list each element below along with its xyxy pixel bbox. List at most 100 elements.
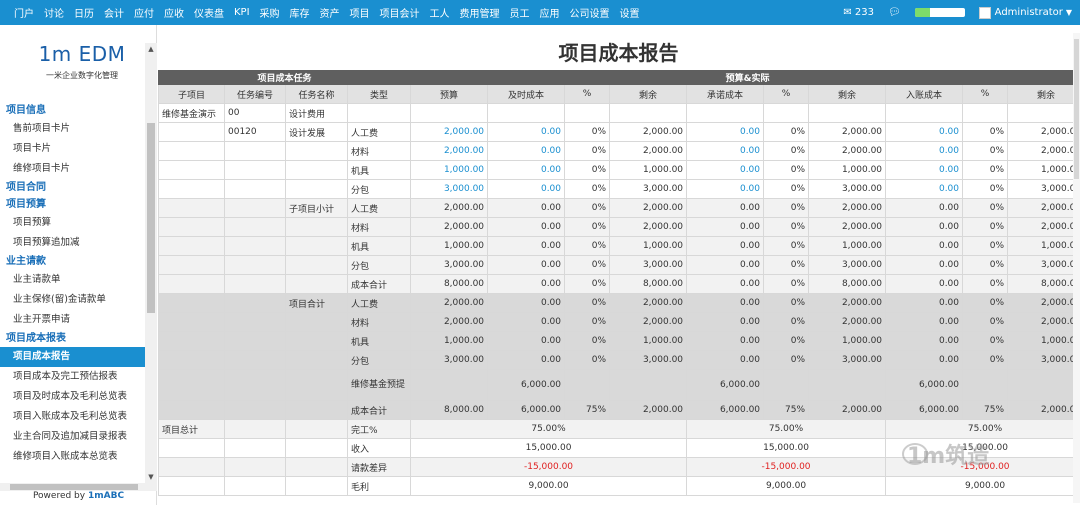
column-header[interactable]: 预算 <box>410 84 489 104</box>
table-cell: 9,000.00 <box>885 476 1080 496</box>
chat-icon[interactable]: 💬︎ <box>888 7 901 18</box>
column-header[interactable]: 剩余 <box>1007 84 1080 104</box>
sidebar-scroll-thumb[interactable] <box>147 123 155 313</box>
table-cell: 0.00 <box>487 122 566 142</box>
sidebar-section-title[interactable]: 项目合同 <box>0 179 145 196</box>
top-menu-item[interactable]: 应用 <box>540 5 560 20</box>
table-cell: 0% <box>564 293 611 313</box>
table-row: 分包 3,000.00 0.00 0% 3,000.00 0.00 0% 3,000.00 0.… <box>158 350 1080 370</box>
column-header[interactable]: 任务编号 <box>224 84 286 104</box>
sidebar-item[interactable]: 项目预算 <box>0 213 145 233</box>
column-header[interactable]: % <box>564 84 611 104</box>
sidebar-item[interactable]: 业主保修(留)金请款单 <box>0 290 145 310</box>
table-cell: 0% <box>564 255 611 275</box>
sidebar-item[interactable]: 维修项目入账成本总览表 <box>0 447 145 467</box>
column-header[interactable]: 任务名称 <box>285 84 348 104</box>
top-menu-item[interactable]: 仪表盘 <box>194 5 224 20</box>
table-cell: 0.00 <box>487 350 566 370</box>
table-cell: 0% <box>962 236 1009 256</box>
cost-report-table: 项目成本任务 预算&实际 子项目 任务编号 任务名称 类型 预算 及时成本% 剩余 承诺成本%… <box>157 70 1080 496</box>
table-cell: 0% <box>962 350 1009 370</box>
top-menu-item[interactable]: 工人 <box>430 5 450 20</box>
column-header[interactable]: % <box>962 84 1009 104</box>
table-cell: 项目合计 <box>285 293 348 313</box>
top-menu-item[interactable]: 库存 <box>290 5 310 20</box>
column-header[interactable]: 剩余 <box>609 84 688 104</box>
sidebar-item[interactable]: 业主请款单 <box>0 270 145 290</box>
column-header[interactable]: 及时成本 <box>487 84 566 104</box>
top-menu-item[interactable]: 应付 <box>134 5 154 20</box>
sidebar-section-title[interactable]: 项目成本报表 <box>0 330 145 347</box>
top-menu-item[interactable]: 设置 <box>620 5 640 20</box>
sidebar-item[interactable]: 售前项目卡片 <box>0 119 145 139</box>
column-header[interactable]: 类型 <box>346 84 412 104</box>
table-cell: 0% <box>763 350 810 370</box>
table-cell: 0% <box>763 122 810 142</box>
table-cell: 3,000.00 <box>410 179 489 199</box>
sidebar-hscrollbar[interactable] <box>0 483 157 491</box>
table-cell <box>285 369 348 401</box>
table-cell: 2,000.00 <box>808 217 887 237</box>
top-menu-item[interactable]: KPI <box>234 7 250 18</box>
table-cell: 分包 <box>346 179 412 199</box>
chevron-down-icon[interactable]: ▼ <box>1066 8 1072 17</box>
table-cell: 0% <box>564 350 611 370</box>
main-scrollbar[interactable] <box>1073 33 1080 503</box>
table-cell: 0% <box>564 122 611 142</box>
top-menu-item[interactable]: 项目 <box>350 5 370 20</box>
table-cell: 0% <box>564 312 611 332</box>
table-cell <box>285 236 348 256</box>
top-menu-item[interactable]: 采购 <box>260 5 280 20</box>
table-cell: 2,000.00 <box>1007 400 1080 420</box>
user-menu[interactable]: Administrator <box>995 7 1063 18</box>
sidebar-hscroll-thumb[interactable] <box>10 484 138 490</box>
top-menu-item[interactable]: 应收 <box>164 5 184 20</box>
table-cell <box>808 103 887 123</box>
sidebar-item[interactable]: 项目预算追加减 <box>0 233 145 253</box>
notification-count[interactable]: ✉ 233 <box>843 7 874 18</box>
table-cell: 3,000.00 <box>609 179 688 199</box>
sidebar-item[interactable]: 项目及时成本及毛利总览表 <box>0 387 145 407</box>
scroll-down-icon[interactable]: ▼ <box>145 473 157 481</box>
table-cell: 1,000.00 <box>410 331 489 351</box>
table-cell: 项目总计 <box>158 419 225 439</box>
top-menu-item[interactable]: 日历 <box>74 5 94 20</box>
top-menu-item[interactable]: 公司设置 <box>570 5 610 20</box>
sidebar-item[interactable]: 项目成本报告 <box>0 347 145 367</box>
sidebar-section-title[interactable]: 业主请款 <box>0 253 145 270</box>
column-header[interactable]: 承诺成本 <box>686 84 765 104</box>
main-scroll-thumb[interactable] <box>1074 39 1079 179</box>
table-cell: 2,000.00 <box>410 122 489 142</box>
top-menu-item[interactable]: 费用管理 <box>460 5 500 20</box>
top-menu-item[interactable]: 资产 <box>320 5 340 20</box>
scroll-up-icon[interactable]: ▲ <box>145 45 157 53</box>
table-cell <box>158 476 225 496</box>
column-header[interactable]: 剩余 <box>808 84 887 104</box>
table-cell <box>346 103 412 123</box>
top-menu-item[interactable]: 门户 <box>14 5 34 20</box>
sidebar-scrollbar[interactable]: ▲ ▼ <box>145 43 157 483</box>
table-cell: 1,000.00 <box>808 331 887 351</box>
sidebar-item[interactable]: 项目入账成本及毛利总览表 <box>0 407 145 427</box>
sidebar-section-title[interactable]: 项目预算 <box>0 196 145 213</box>
top-navbar: 门户 讨论 日历 会计 应付 应收 仪表盘 KPI 采购 库存 资产 项目 项目会计 工人 费用管理 员工 应用… <box>0 0 1080 25</box>
column-header[interactable]: 入账成本 <box>885 84 964 104</box>
user-avatar[interactable] <box>978 6 991 19</box>
top-menu-item[interactable]: 会计 <box>104 5 124 20</box>
top-menu-item[interactable]: 讨论 <box>44 5 64 20</box>
column-header[interactable]: 子项目 <box>158 84 225 104</box>
table-cell: 6,000.00 <box>686 369 765 401</box>
top-menu-item[interactable]: 项目会计 <box>380 5 420 20</box>
sidebar-item[interactable]: 业主开票申请 <box>0 310 145 330</box>
sidebar-item[interactable]: 项目成本及完工预估报表 <box>0 367 145 387</box>
group-header-tasks: 项目成本任务 <box>157 70 412 85</box>
sidebar-item[interactable]: 维修项目卡片 <box>0 159 145 179</box>
top-menu-item[interactable]: 员工 <box>510 5 530 20</box>
table-cell: 3,000.00 <box>609 255 688 275</box>
table-cell <box>158 438 225 458</box>
column-header[interactable]: % <box>763 84 810 104</box>
powered-by-brand[interactable]: 1mABC <box>88 491 124 501</box>
sidebar-section-title[interactable]: 项目信息 <box>0 102 145 119</box>
sidebar-item[interactable]: 业主合同及追加减目录报表 <box>0 427 145 447</box>
sidebar-item[interactable]: 项目卡片 <box>0 139 145 159</box>
